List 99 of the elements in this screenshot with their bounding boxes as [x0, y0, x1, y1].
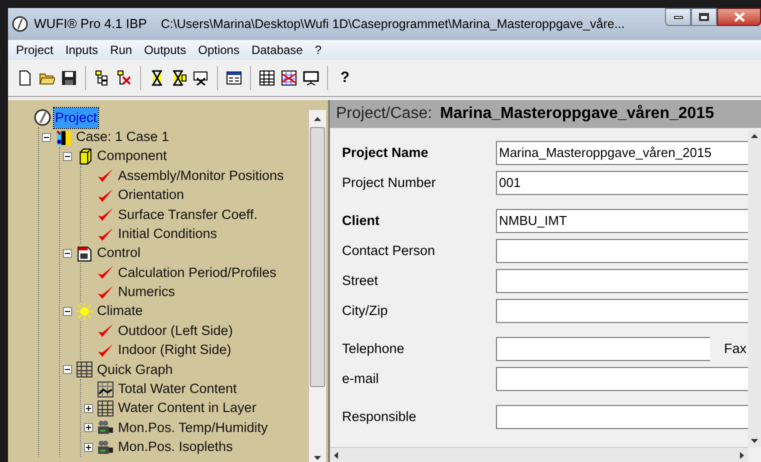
tree-item[interactable]: Water Content in Layer [117, 398, 258, 419]
tree-item[interactable]: Calculation Period/Profiles [117, 262, 278, 283]
field-label: e-mail [342, 370, 380, 388]
project-icon [34, 109, 50, 126]
collapse-icon[interactable] [62, 152, 72, 161]
text-field[interactable]: NMBU_IMT [496, 209, 748, 233]
new-file-icon[interactable] [17, 70, 33, 86]
window-icon[interactable] [226, 70, 242, 86]
field-label: Fax [724, 340, 747, 358]
tree-item[interactable]: Case: 1 Case 1 [75, 126, 170, 148]
calendar-icon [76, 244, 92, 262]
tree-item[interactable]: Mon.Pos. Isopleths [117, 437, 234, 458]
chart-icon [96, 380, 114, 398]
menu-item[interactable]: Database [245, 41, 309, 59]
menu-item[interactable]: Outputs [138, 41, 192, 59]
tree-item[interactable]: Mon.Pos. Temp/Humidity [117, 418, 269, 438]
field-label: Responsible [342, 408, 418, 426]
field-label: City/Zip [342, 302, 389, 320]
field-label: Telephone [342, 340, 406, 358]
tree-item[interactable]: Outdoor (Left Side) [117, 320, 234, 342]
tree-item[interactable]: Indoor (Right Side) [117, 340, 232, 361]
expand-icon[interactable] [84, 442, 92, 452]
collapse-icon[interactable] [62, 365, 72, 374]
check-icon [96, 206, 114, 224]
check-icon [96, 167, 114, 184]
text-field[interactable] [496, 367, 748, 391]
tree-item[interactable]: Assembly/Monitor Positions [117, 166, 285, 186]
scroll-right-icon [740, 452, 744, 458]
check-icon [96, 322, 114, 340]
tree-delete-icon[interactable] [116, 70, 132, 86]
tree-item[interactable]: Surface Transfer Coeff. [117, 204, 258, 225]
check-icon [96, 342, 114, 359]
check-icon [96, 186, 114, 204]
field-label: Street [342, 272, 380, 290]
collapse-icon[interactable] [62, 248, 72, 258]
text-field[interactable] [496, 337, 710, 361]
presentation-icon[interactable] [303, 70, 319, 86]
check-icon [96, 264, 114, 282]
grid-icon[interactable] [259, 70, 275, 86]
scroll-down-icon [314, 456, 321, 460]
save-icon[interactable] [61, 70, 77, 86]
hourglass-icon[interactable] [149, 70, 165, 86]
tree-item[interactable]: Numerics [117, 282, 176, 302]
collapse-icon[interactable] [62, 307, 72, 316]
help-button[interactable]: ? [333, 66, 357, 90]
menu-item[interactable]: ? [308, 41, 328, 59]
tree-icon[interactable] [94, 70, 110, 86]
vertical-scrollbar[interactable] [748, 130, 761, 447]
chart-icon[interactable] [281, 70, 297, 86]
menu-item[interactable]: Project [10, 41, 60, 59]
tree-item[interactable]: Climate [96, 301, 144, 322]
hourglass-icon[interactable] [193, 70, 209, 86]
camera-icon [96, 438, 114, 456]
scroll-up-icon [751, 134, 758, 138]
tree-item[interactable]: Total Water Content [117, 379, 238, 400]
text-field[interactable] [496, 239, 748, 263]
field-label: Contact Person [342, 242, 436, 260]
app-icon [12, 16, 28, 32]
case-name: Marina_Masteroppgave_våren_2015 [440, 104, 714, 124]
layers-icon [54, 128, 72, 146]
field-label: Project Name [342, 144, 430, 162]
hourglass-icon[interactable] [171, 70, 187, 86]
collapse-icon[interactable] [42, 132, 50, 142]
horizontal-scrollbar[interactable] [330, 447, 748, 462]
text-field[interactable] [496, 299, 748, 323]
text-field[interactable] [496, 405, 748, 429]
tree-item[interactable]: Control [96, 243, 142, 264]
maximize-button[interactable] [691, 8, 717, 26]
close-button[interactable] [717, 8, 761, 26]
sun-icon [76, 303, 92, 320]
scroll-down-icon [751, 439, 758, 443]
text-field[interactable]: Marina_Masteroppgave_våren_2015 [496, 141, 748, 165]
check-icon [96, 284, 114, 301]
window-title: WUFI® Pro 4.1 IBP [34, 15, 147, 34]
menu-item[interactable]: Options [192, 41, 246, 59]
field-label: Project Number [342, 174, 437, 192]
tree-item[interactable]: Component [96, 146, 168, 167]
tree-item[interactable]: Quick Graph [96, 360, 174, 380]
header-label: Project/Case: [336, 104, 432, 124]
tree-item[interactable]: Project [54, 108, 98, 128]
expand-icon[interactable] [84, 423, 92, 432]
minimize-button[interactable] [665, 8, 691, 26]
tree-item[interactable]: Initial Conditions [117, 224, 218, 244]
scroll-up-icon [314, 116, 321, 120]
file-path: C:\Users\Marina\Desktop\Wufi 1D\Caseprogrammet\Marina_Masteroppgave_våre... [160, 16, 625, 33]
expand-icon[interactable] [84, 404, 92, 414]
grid-icon [96, 400, 114, 418]
menu-item[interactable]: Inputs [59, 41, 104, 59]
field-label: Client [342, 212, 381, 230]
text-field[interactable] [496, 269, 748, 293]
menu-item[interactable]: Run [104, 41, 138, 59]
grid-icon [76, 361, 92, 378]
text-field[interactable]: 001 [496, 171, 748, 195]
scrollbar[interactable] [309, 110, 326, 462]
camera-icon [96, 419, 114, 436]
close-icon [734, 12, 744, 22]
tree-item[interactable]: Orientation [117, 185, 186, 206]
scroll-left-icon [334, 452, 338, 458]
check-icon [96, 226, 114, 243]
